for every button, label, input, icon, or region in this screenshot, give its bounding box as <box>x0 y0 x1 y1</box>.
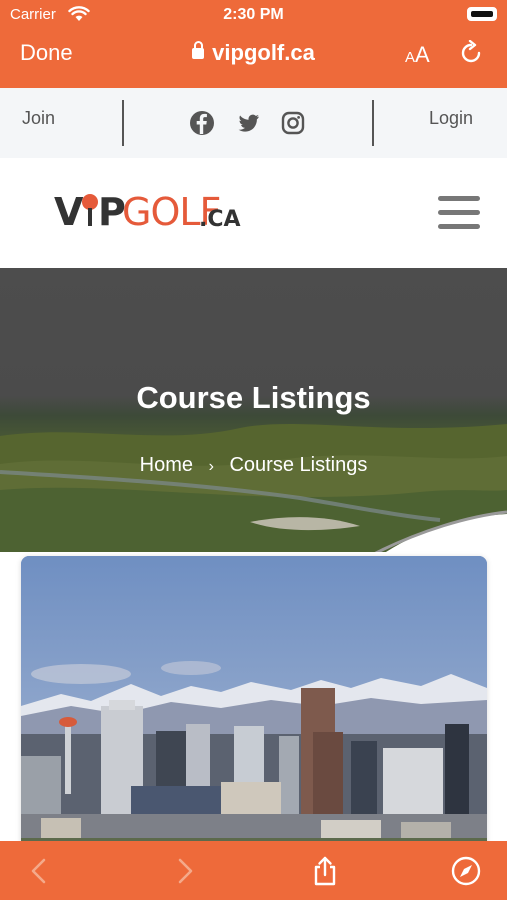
divider <box>122 100 124 146</box>
share-icon[interactable] <box>309 855 341 887</box>
battery-icon <box>467 7 497 21</box>
city-skyline-image <box>21 556 487 856</box>
text-size-button[interactable]: AA <box>405 42 430 68</box>
site-header: V P GOLF .CA <box>0 158 507 268</box>
page-title: Course Listings <box>136 380 371 415</box>
breadcrumb-current: Course Listings <box>229 454 368 476</box>
facebook-icon[interactable] <box>189 110 215 136</box>
hero-banner: Course Listings Home › Course Listings <box>0 268 507 552</box>
url-field[interactable]: vipgolf.ca <box>0 40 507 66</box>
browser-top-bar: Carrier 2:30 PM Done vipgolf.ca AA <box>0 0 507 88</box>
browser-bottom-toolbar <box>0 841 507 900</box>
reload-icon[interactable] <box>458 40 484 66</box>
top-links-bar: Join Login <box>0 88 507 158</box>
status-bar: Carrier 2:30 PM <box>0 0 507 30</box>
forward-arrow-icon[interactable] <box>168 855 200 887</box>
url-text: vipgolf.ca <box>212 40 315 65</box>
join-link[interactable]: Join <box>22 108 55 129</box>
breadcrumb-home-link[interactable]: Home <box>140 454 193 476</box>
breadcrumb-separator: › <box>208 458 214 475</box>
lock-icon <box>192 41 205 59</box>
back-arrow-icon[interactable] <box>24 855 56 887</box>
breadcrumb: Home › Course Listings <box>0 454 507 477</box>
login-link[interactable]: Login <box>429 108 473 129</box>
divider <box>372 100 374 146</box>
golf-course-image <box>0 424 507 552</box>
course-listing-card-image[interactable] <box>21 556 487 856</box>
clock: 2:30 PM <box>223 6 284 23</box>
instagram-icon[interactable] <box>280 110 306 136</box>
compass-icon[interactable] <box>450 855 482 887</box>
hamburger-menu-icon[interactable] <box>438 194 482 230</box>
twitter-icon[interactable] <box>236 110 262 136</box>
